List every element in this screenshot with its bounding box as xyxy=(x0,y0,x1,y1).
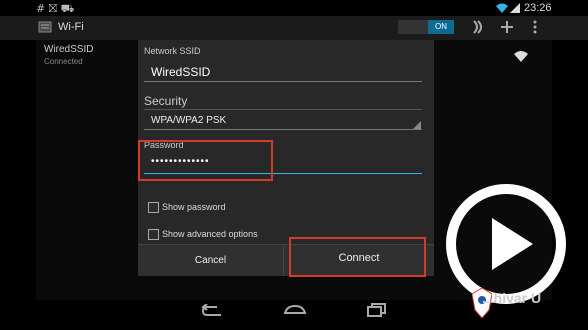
settings-app-icon xyxy=(38,21,52,33)
security-divider xyxy=(144,109,422,110)
cancel-button[interactable]: Cancel xyxy=(138,245,283,276)
dropdown-arrow-icon xyxy=(413,121,421,129)
advanced-options-label: Show advanced options xyxy=(162,229,258,239)
page-title: Wi-Fi xyxy=(58,21,84,33)
show-password-checkbox[interactable] xyxy=(148,202,159,213)
network-signal-icon xyxy=(514,51,528,62)
overflow-menu-icon[interactable] xyxy=(532,20,538,34)
advanced-options-checkbox[interactable] xyxy=(148,229,159,240)
security-label: Security xyxy=(144,94,188,108)
network-name[interactable]: WiredSSID xyxy=(44,44,93,55)
status-bar: # ⛝ ⛟ 23:26 xyxy=(0,0,588,16)
security-select-underline xyxy=(144,129,422,130)
home-icon[interactable] xyxy=(283,304,307,316)
network-status: Connected xyxy=(44,57,83,66)
ssid-field-underline xyxy=(144,81,422,82)
ssid-label: Network SSID xyxy=(144,46,201,56)
recent-apps-icon[interactable] xyxy=(367,303,387,317)
clock: 23:26 xyxy=(524,2,552,14)
security-select[interactable]: WPA/WPA2 PSK xyxy=(151,115,226,126)
show-password-label: Show password xyxy=(162,202,226,212)
watermark-text: ...hivar U xyxy=(482,290,542,306)
password-highlight-box xyxy=(138,140,273,181)
play-button-icon[interactable] xyxy=(445,183,567,305)
back-icon[interactable] xyxy=(201,304,223,318)
add-network-icon[interactable] xyxy=(500,20,514,34)
wps-icon[interactable] xyxy=(470,19,484,35)
wifi-toggle[interactable]: ON xyxy=(398,20,454,34)
ssid-field[interactable]: WiredSSID xyxy=(151,65,210,79)
connect-highlight-box xyxy=(289,237,426,277)
cell-signal-icon xyxy=(510,3,520,13)
wifi-signal-icon xyxy=(496,3,508,13)
status-left-icons: # ⛝ ⛟ xyxy=(36,2,75,15)
wifi-toggle-on-label: ON xyxy=(428,20,454,34)
